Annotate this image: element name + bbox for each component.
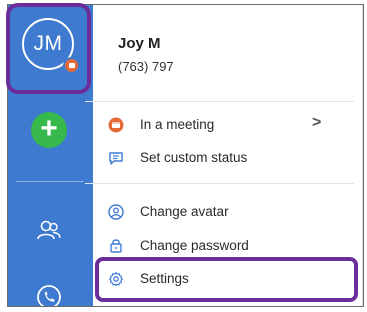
- panel-edge: [362, 5, 363, 306]
- change-password-label: Change password: [140, 238, 249, 253]
- calendar-busy-icon: [108, 117, 124, 133]
- user-name: Joy M: [118, 35, 161, 52]
- custom-status-label: Set custom status: [140, 150, 248, 165]
- add-button[interactable]: +: [31, 112, 67, 148]
- sidebar-divider: [16, 181, 84, 182]
- chat-bubble-icon: [109, 152, 123, 165]
- status-label: In a meeting: [140, 117, 215, 132]
- user-circle-icon: [108, 204, 124, 220]
- contacts-icon[interactable]: [35, 217, 63, 245]
- menu-divider: [85, 183, 354, 184]
- lock-icon: [110, 239, 122, 253]
- menu-divider: [85, 101, 354, 102]
- change-avatar-label: Change avatar: [140, 204, 229, 219]
- avatar-highlight: [6, 3, 91, 94]
- phone-icon[interactable]: [35, 283, 63, 307]
- settings-highlight: [95, 257, 358, 302]
- user-phone: (763) 797: [118, 59, 174, 74]
- chevron-right-icon[interactable]: >: [312, 114, 321, 132]
